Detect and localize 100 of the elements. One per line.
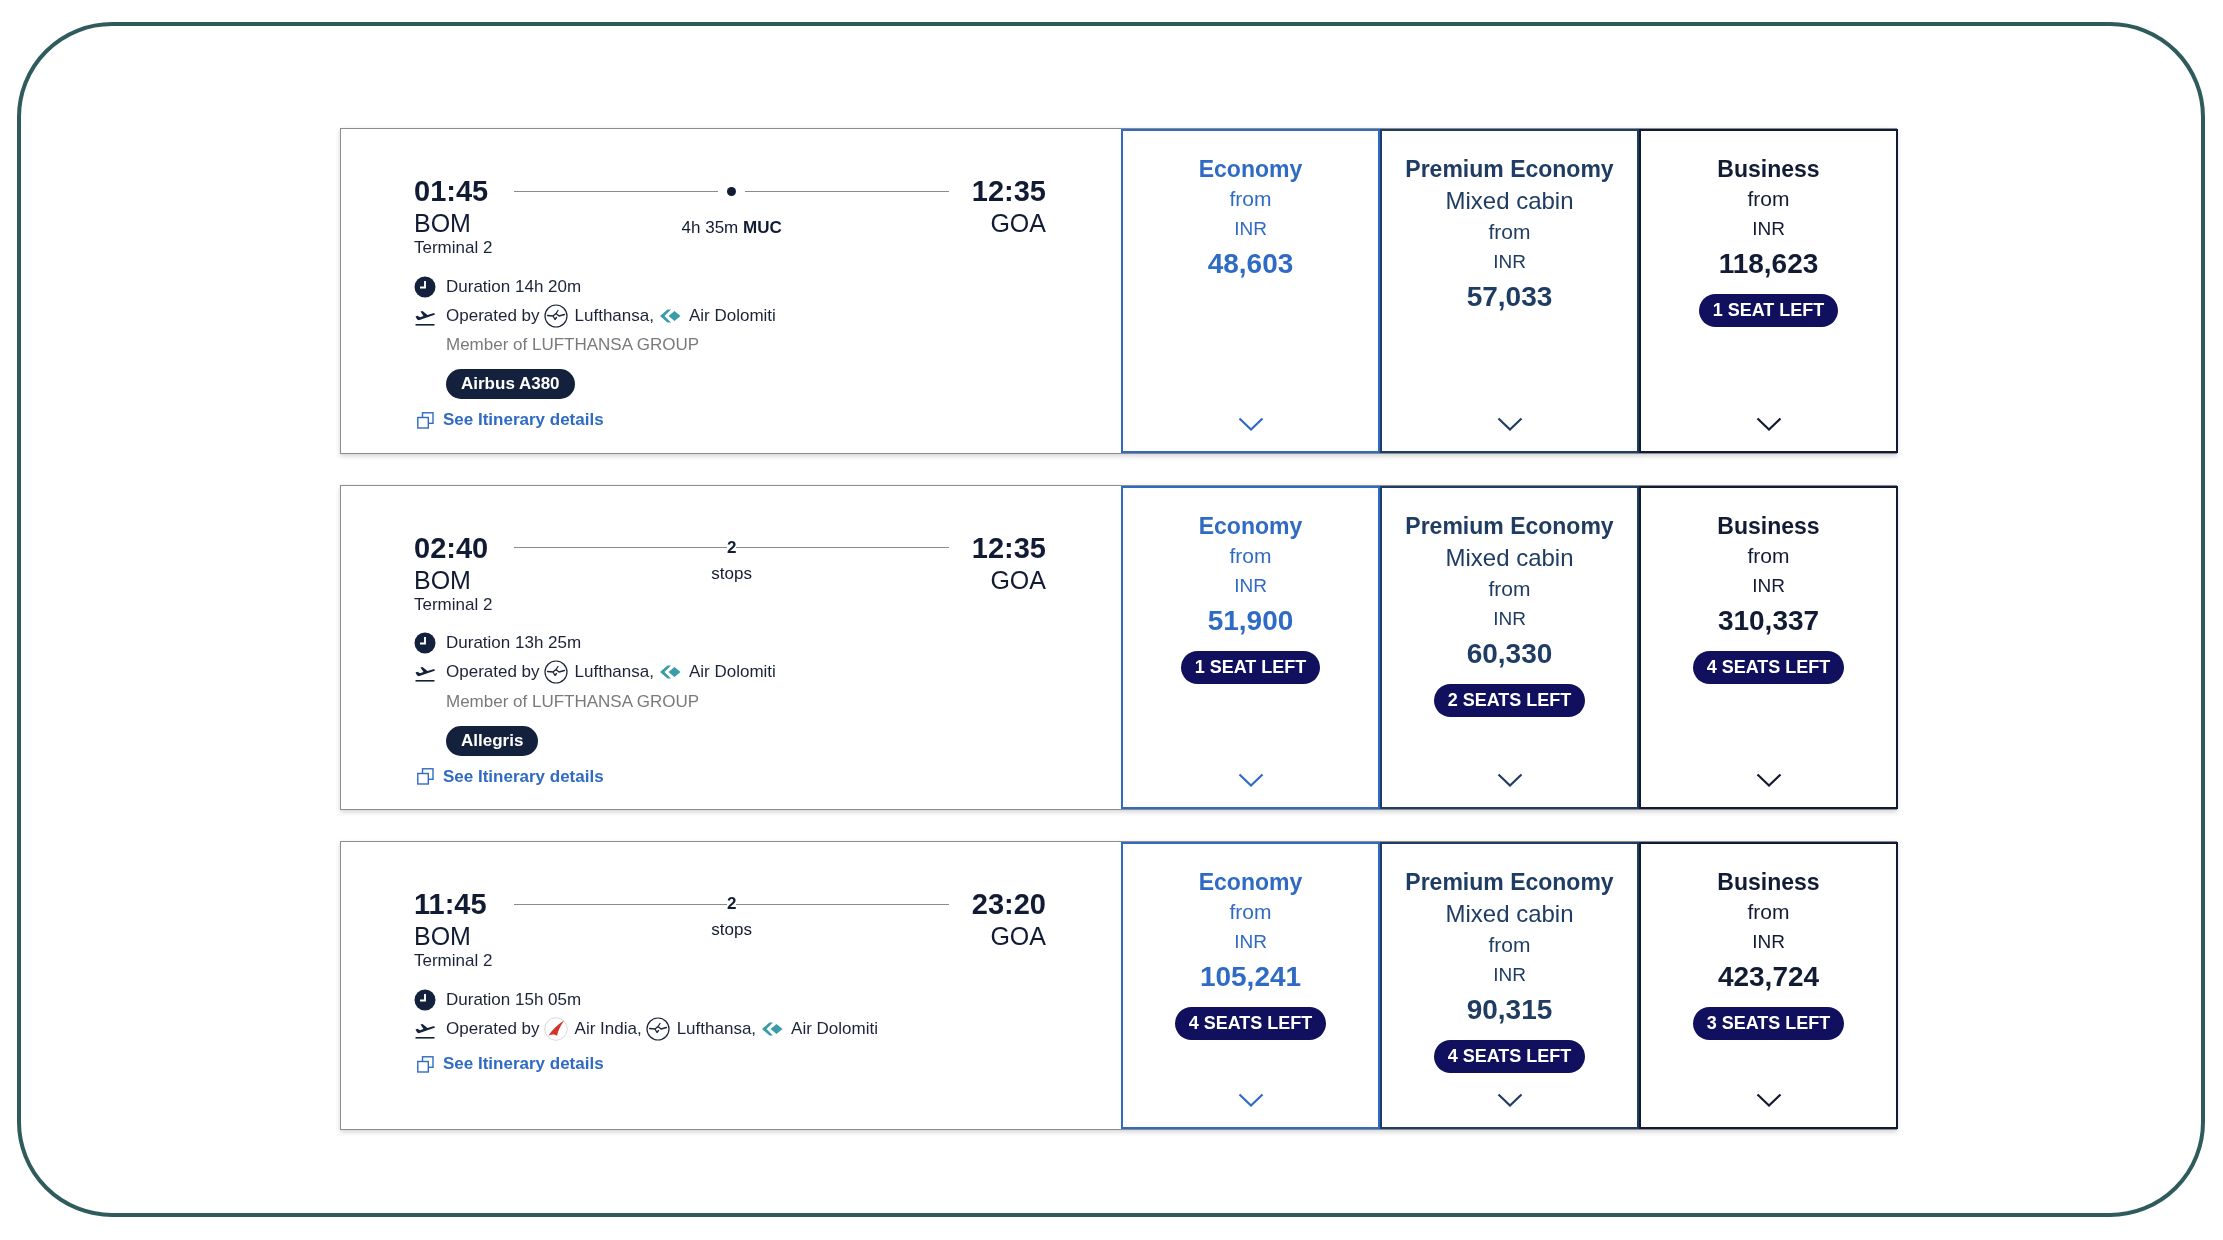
airline-name: Air Dolomiti — [688, 661, 776, 684]
airline-name: Lufthansa, — [574, 661, 654, 684]
seats-left-badge: 4 SEATS LEFT — [1433, 1040, 1586, 1073]
currency-label: INR — [1234, 573, 1267, 598]
currency-label: INR — [1752, 930, 1785, 954]
arrival-time: 12:35 — [971, 530, 1046, 566]
departure-time: 02:40 — [414, 530, 490, 566]
departure-time: 01:45 — [414, 174, 490, 209]
currency-label: INR — [1752, 217, 1785, 241]
clock-icon — [414, 632, 436, 654]
stop-count: 2 — [726, 894, 737, 914]
wing-logo-icon — [543, 1016, 568, 1041]
cabin-title: Economy — [1198, 511, 1303, 541]
bird-roundel-icon — [543, 660, 568, 684]
airline-name: Air Dolomiti — [688, 304, 776, 327]
chevron-down-icon[interactable] — [1496, 416, 1523, 431]
chevron-down-icon[interactable] — [1755, 1093, 1782, 1107]
fare-panel[interactable]: Business from INR 310,337 4 SEATS LEFT — [1639, 485, 1898, 809]
arrival-time: 23:20 — [971, 887, 1046, 922]
airline-name: Air India, — [574, 1017, 642, 1040]
aircraft-badge: Allegris — [446, 725, 539, 756]
cabin-note: Mixed cabin — [1445, 186, 1574, 216]
operated-by-label: Operated by — [446, 1017, 540, 1040]
duration-text: Duration 14h 20m — [446, 275, 582, 298]
from-label: from — [1488, 575, 1531, 602]
group-note: Member of LUFTHANSA GROUP — [445, 334, 701, 356]
chevron-down-icon[interactable] — [1755, 416, 1782, 431]
fare-panel[interactable]: Economy from INR 48,603 — [1121, 129, 1380, 453]
departure-terminal: Terminal 2 — [414, 237, 493, 259]
copy-icon — [417, 768, 434, 785]
departure-airport: BOM — [414, 922, 472, 950]
cabin-title: Business — [1717, 868, 1820, 897]
arrival-time: 12:35 — [971, 174, 1046, 209]
stop-dot-icon — [727, 186, 737, 196]
from-label: from — [1747, 899, 1790, 925]
departure-terminal: Terminal 2 — [414, 593, 493, 616]
fare-price: 57,033 — [1466, 280, 1553, 314]
cabin-title: Premium Economy — [1405, 868, 1614, 897]
itinerary-link[interactable]: See Itinerary details — [414, 1051, 604, 1077]
departure-terminal: Terminal 2 — [414, 950, 493, 972]
arrival-airport: GOA — [989, 209, 1046, 237]
seats-left-badge: 4 SEATS LEFT — [1692, 650, 1845, 684]
currency-label: INR — [1493, 963, 1526, 987]
arrival-airport: GOA — [989, 922, 1046, 950]
bird-roundel-icon — [543, 303, 568, 328]
fare-price: 51,900 — [1207, 603, 1294, 638]
cabin-note: Mixed cabin — [1445, 899, 1574, 929]
copy-icon — [417, 1055, 434, 1073]
seats-left-badge: 3 SEATS LEFT — [1692, 1007, 1845, 1040]
currency-label: INR — [1752, 573, 1785, 598]
cabin-note: Mixed cabin — [1445, 542, 1574, 573]
currency-label: INR — [1234, 930, 1267, 954]
from-label: from — [1229, 542, 1272, 569]
seats-left-badge: 2 SEATS LEFT — [1433, 683, 1586, 717]
fare-panel[interactable]: Economy from INR 51,900 1 SEAT LEFT — [1121, 485, 1380, 809]
seats-left-badge: 4 SEATS LEFT — [1174, 1007, 1327, 1040]
fare-panel[interactable]: Business from INR 118,623 1 SEAT LEFT — [1639, 129, 1898, 453]
chevron-down-icon[interactable] — [1755, 773, 1782, 787]
stops-label: stops — [711, 562, 752, 585]
currency-label: INR — [1234, 217, 1267, 241]
operated-by-label: Operated by — [446, 304, 540, 327]
seats-left-badge: 1 SEAT LEFT — [1180, 650, 1321, 684]
fare-panel[interactable]: Premium Economy Mixed cabin from INR 57,033 — [1380, 129, 1639, 453]
fare-price: 105,241 — [1199, 960, 1302, 994]
seats-left-badge: 1 SEAT LEFT — [1698, 294, 1839, 327]
arrival-airport: GOA — [989, 565, 1046, 594]
fare-price: 118,623 — [1718, 247, 1819, 281]
cabin-title: Economy — [1198, 868, 1303, 897]
from-label: from — [1747, 186, 1790, 212]
aircraft-badge: Airbus A380 — [446, 369, 575, 399]
itinerary-link[interactable]: See Itinerary details — [414, 407, 604, 433]
departure-airport: BOM — [414, 209, 472, 237]
fare-panel[interactable]: Premium Economy Mixed cabin from INR 60,330 2 SEATS LEFT — [1380, 485, 1639, 809]
from-label: from — [1488, 219, 1531, 245]
airline-name: Lufthansa, — [574, 304, 654, 327]
duration-text: Duration 13h 25m — [446, 632, 582, 655]
cabin-title: Business — [1717, 155, 1820, 184]
airline-name: Lufthansa, — [676, 1017, 757, 1040]
group-note: Member of LUFTHANSA GROUP — [445, 690, 701, 713]
fare-panel[interactable]: Economy from INR 105,241 4 SEATS LEFT — [1121, 842, 1380, 1129]
departure-time: 11:45 — [414, 887, 488, 922]
cabin-title: Premium Economy — [1405, 511, 1614, 541]
copy-icon — [417, 411, 434, 429]
from-label: from — [1229, 899, 1272, 925]
cabin-title: Economy — [1198, 155, 1303, 184]
stops-label: stops — [711, 919, 752, 941]
chevron-down-icon[interactable] — [1496, 1093, 1523, 1107]
airline-name: Air Dolomiti — [791, 1017, 878, 1040]
layover-label: 4h 35m MUC — [681, 217, 782, 239]
chevron-down-icon[interactable] — [1496, 773, 1523, 787]
fare-price: 48,603 — [1207, 247, 1294, 281]
fare-price: 90,315 — [1466, 993, 1553, 1027]
itinerary-link[interactable]: See Itinerary details — [414, 763, 604, 790]
fare-panel[interactable]: Premium Economy Mixed cabin from INR 90,315 4 SEATS LEFT — [1380, 842, 1639, 1129]
fare-panel[interactable]: Business from INR 423,724 3 SEATS LEFT — [1639, 842, 1898, 1129]
fare-price: 310,337 — [1717, 603, 1820, 638]
fare-price: 423,724 — [1717, 960, 1820, 994]
from-label: from — [1747, 542, 1790, 569]
departure-airport: BOM — [414, 565, 472, 594]
currency-label: INR — [1493, 250, 1526, 274]
